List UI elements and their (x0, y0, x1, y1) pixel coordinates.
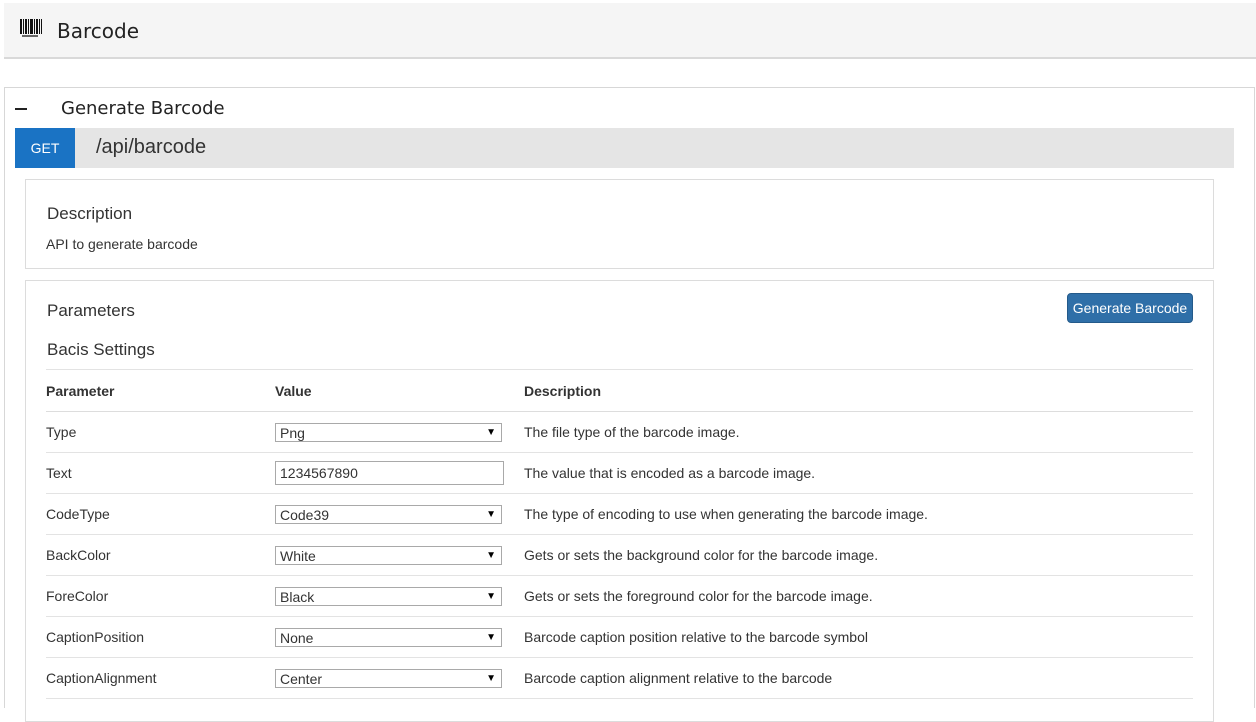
select-value: White (280, 547, 316, 564)
param-name: CaptionPosition (46, 616, 275, 658)
param-name: CaptionAlignment (46, 657, 275, 699)
param-description: Gets or sets the foreground color for th… (524, 575, 1193, 617)
dropdown-arrow-icon: ▼ (486, 549, 496, 561)
description-heading: Description (47, 204, 133, 223)
section-title[interactable]: Generate Barcode (61, 98, 225, 119)
param-description: The type of encoding to use when generat… (524, 493, 1193, 535)
column-header-value: Value (275, 369, 524, 412)
select-value: Black (280, 588, 315, 605)
backcolor-select[interactable]: White ▼ (275, 545, 502, 565)
param-description: The file type of the barcode image. (524, 411, 1193, 453)
dropdown-arrow-icon: ▼ (486, 508, 496, 520)
app-title: Barcode (57, 19, 139, 43)
api-section-panel: Generate Barcode GET /api/barcode Descri… (4, 87, 1255, 722)
select-value: Code39 (280, 506, 330, 523)
table-row: Text The value that is encoded as a barc… (46, 452, 1193, 494)
param-description: Barcode caption alignment relative to th… (524, 657, 1193, 699)
type-select[interactable]: Png ▼ (275, 422, 502, 442)
app-header: Barcode (4, 3, 1256, 59)
column-header-parameter: Parameter (46, 369, 275, 412)
http-method-badge: GET (15, 128, 75, 168)
param-description: Barcode caption position relative to the… (524, 616, 1193, 658)
table-row: Type Png ▼ The file type of the barcode i… (46, 411, 1193, 453)
param-description: The value that is encoded as a barcode i… (524, 452, 1193, 494)
parameters-table: Parameter Value Description Type Png ▼ Th… (46, 369, 1193, 699)
parameters-box: Parameters Generate Barcode Bacis Settin… (25, 280, 1214, 722)
param-name: Type (46, 411, 275, 453)
table-row: CaptionPosition None ▼ Barcode caption po… (46, 616, 1193, 658)
param-name: Text (46, 452, 275, 494)
dropdown-arrow-icon: ▼ (486, 672, 496, 684)
param-name: ForeColor (46, 575, 275, 617)
endpoint-path: /api/barcode (96, 136, 207, 158)
select-value: Png (280, 424, 305, 441)
minus-icon[interactable] (15, 108, 27, 110)
captionalignment-select[interactable]: Center ▼ (275, 668, 502, 688)
select-value: Center (280, 670, 323, 687)
barcode-icon (20, 19, 42, 37)
table-row: ForeColor Black ▼ Gets or sets the foregr… (46, 575, 1193, 617)
text-input[interactable] (275, 461, 504, 485)
codetype-select[interactable]: Code39 ▼ (275, 504, 502, 524)
select-value: None (280, 629, 314, 646)
table-row: BackColor White ▼ Gets or sets the backgr… (46, 534, 1193, 576)
forecolor-select[interactable]: Black ▼ (275, 586, 502, 606)
param-name: BackColor (46, 534, 275, 576)
table-header-row: Parameter Value Description (46, 369, 1193, 412)
table-row: CaptionAlignment Center ▼ Barcode caption… (46, 657, 1193, 699)
param-description: Gets or sets the background color for th… (524, 534, 1193, 576)
parameters-heading: Parameters (47, 301, 135, 320)
dropdown-arrow-icon: ▼ (486, 426, 496, 438)
generate-barcode-button[interactable]: Generate Barcode (1067, 293, 1193, 323)
description-text: API to generate barcode (46, 236, 198, 252)
column-header-description: Description (524, 369, 1193, 412)
basic-settings-heading: Bacis Settings (47, 340, 155, 359)
table-row: CodeType Code39 ▼ The type of encoding to… (46, 493, 1193, 535)
dropdown-arrow-icon: ▼ (486, 590, 496, 602)
captionposition-select[interactable]: None ▼ (275, 627, 502, 647)
param-name: CodeType (46, 493, 275, 535)
description-box: Description API to generate barcode (25, 179, 1214, 269)
dropdown-arrow-icon: ▼ (486, 631, 496, 643)
endpoint-bar[interactable]: GET /api/barcode (15, 128, 1234, 168)
